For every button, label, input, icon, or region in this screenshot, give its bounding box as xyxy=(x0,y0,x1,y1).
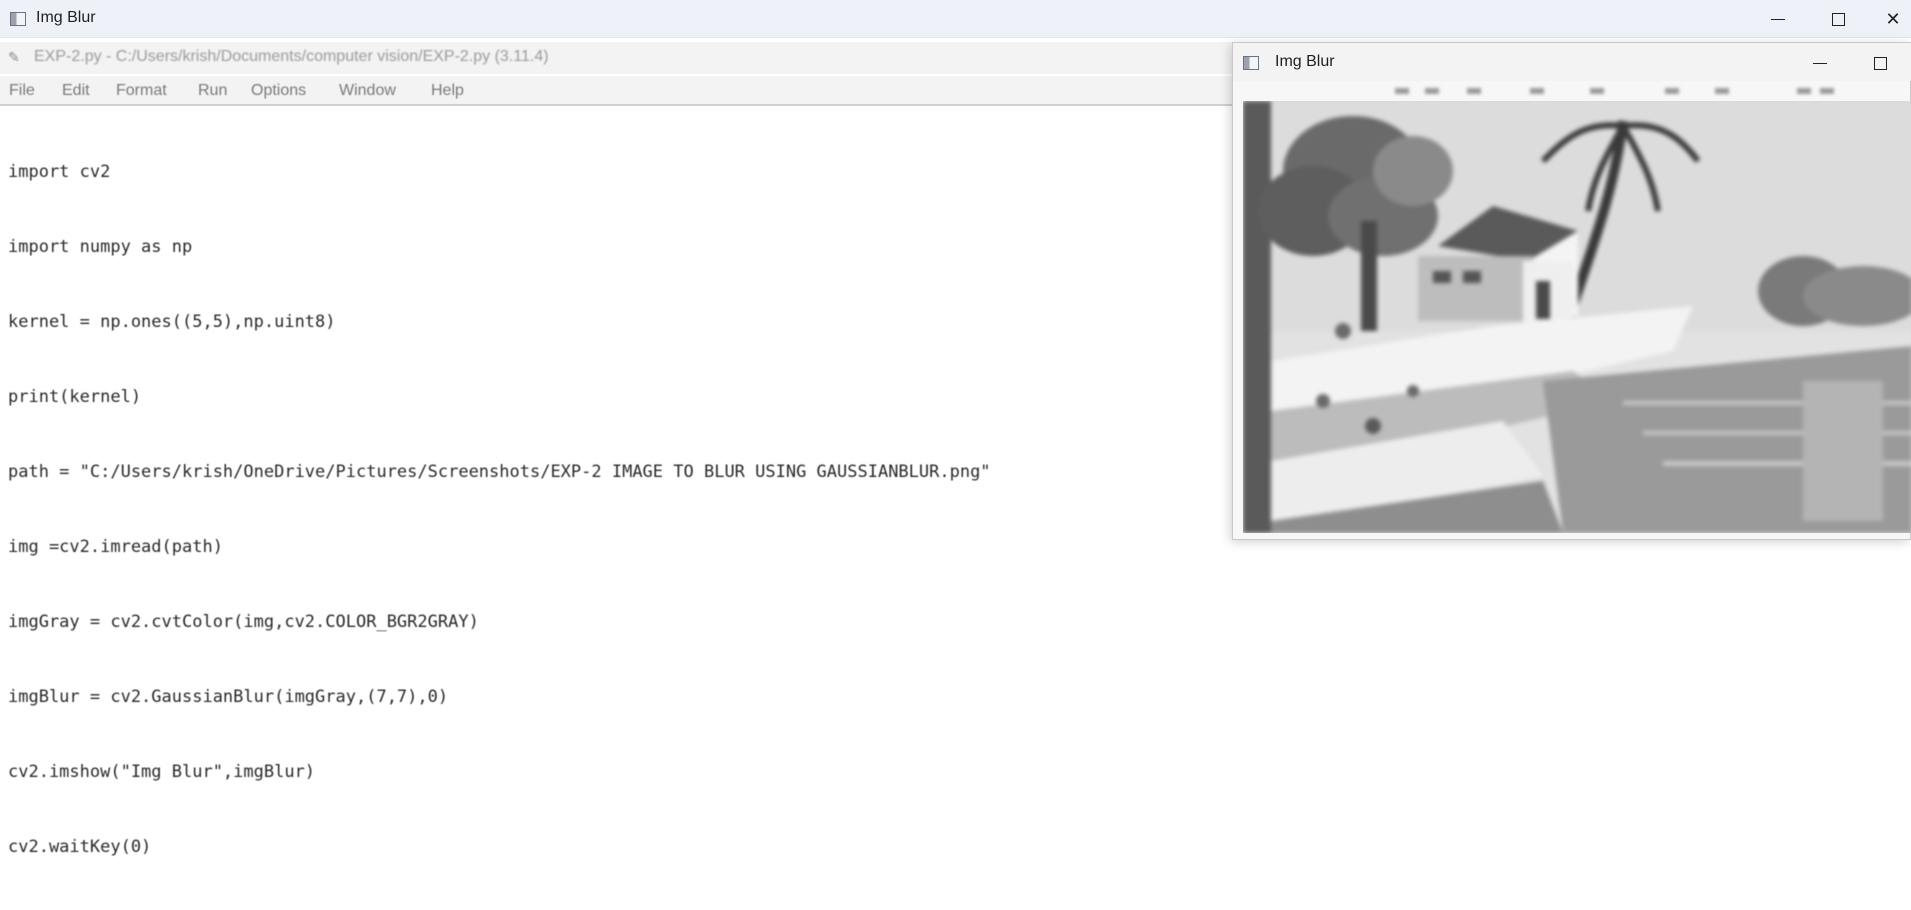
img-blur-title: Img Blur xyxy=(1275,53,1335,70)
menu-format[interactable]: Format xyxy=(116,82,167,100)
code-editor[interactable]: import cv2 import numpy as np kernel = n… xyxy=(8,110,991,910)
code-line: kernel = np.ones((5,5),np.uint8) xyxy=(8,312,336,332)
menu-run[interactable]: Run xyxy=(198,82,227,100)
code-line: imgBlur = cv2.GaussianBlur(imgGray,(7,7)… xyxy=(8,687,449,707)
maximize-icon xyxy=(1831,12,1845,26)
minimize-button[interactable] xyxy=(1755,0,1801,38)
blurred-grayscale-landscape-image xyxy=(1243,101,1911,533)
minimize-icon xyxy=(1813,62,1827,64)
outer-window-title: Img Blur xyxy=(36,9,96,26)
code-line: img =cv2.imread(path) xyxy=(8,537,223,557)
menu-edit[interactable]: Edit xyxy=(62,82,90,100)
minimize-icon xyxy=(1771,18,1785,20)
code-line: imgGray = cv2.cvtColor(img,cv2.COLOR_BGR… xyxy=(8,612,479,632)
outer-window-titlebar[interactable]: Img Blur ✕ xyxy=(0,0,1911,38)
img-blur-titlebar[interactable]: Img Blur xyxy=(1233,43,1911,81)
idle-editor-window[interactable]: ✎ EXP-2.py - C:/Users/krish/Documents/co… xyxy=(0,42,1240,857)
maximize-button[interactable] xyxy=(1815,0,1861,38)
image-toolbar xyxy=(1245,85,1905,99)
blurred-image-display[interactable] xyxy=(1243,101,1911,533)
app-icon xyxy=(1243,56,1259,70)
code-line: cv2.waitKey(0) xyxy=(8,837,152,857)
idle-menubar: File Edit Format Run Options Window Help xyxy=(0,76,1240,106)
img-blur-window[interactable]: Img Blur xyxy=(1232,42,1911,540)
idle-titlebar[interactable]: ✎ EXP-2.py - C:/Users/krish/Documents/co… xyxy=(0,42,1240,74)
idle-feather-icon: ✎ xyxy=(8,50,20,66)
code-line: path = "C:/Users/krish/OneDrive/Pictures… xyxy=(8,462,991,482)
menu-help[interactable]: Help xyxy=(431,82,464,100)
img-blur-maximize-button[interactable] xyxy=(1865,53,1895,73)
code-line: cv2.imshow("Img Blur",imgBlur) xyxy=(8,762,316,782)
menu-options[interactable]: Options xyxy=(251,82,306,100)
close-icon: ✕ xyxy=(1885,8,1901,30)
code-line: import numpy as np xyxy=(8,237,193,257)
app-icon xyxy=(10,12,26,26)
idle-title: EXP-2.py - C:/Users/krish/Documents/comp… xyxy=(34,48,549,65)
menu-window[interactable]: Window xyxy=(339,82,396,100)
code-line: import cv2 xyxy=(8,162,111,182)
code-line: print(kernel) xyxy=(8,387,142,407)
img-blur-minimize-button[interactable] xyxy=(1805,53,1835,73)
close-button[interactable]: ✕ xyxy=(1870,0,1911,38)
maximize-icon xyxy=(1873,56,1887,70)
menu-file[interactable]: File xyxy=(9,82,35,100)
